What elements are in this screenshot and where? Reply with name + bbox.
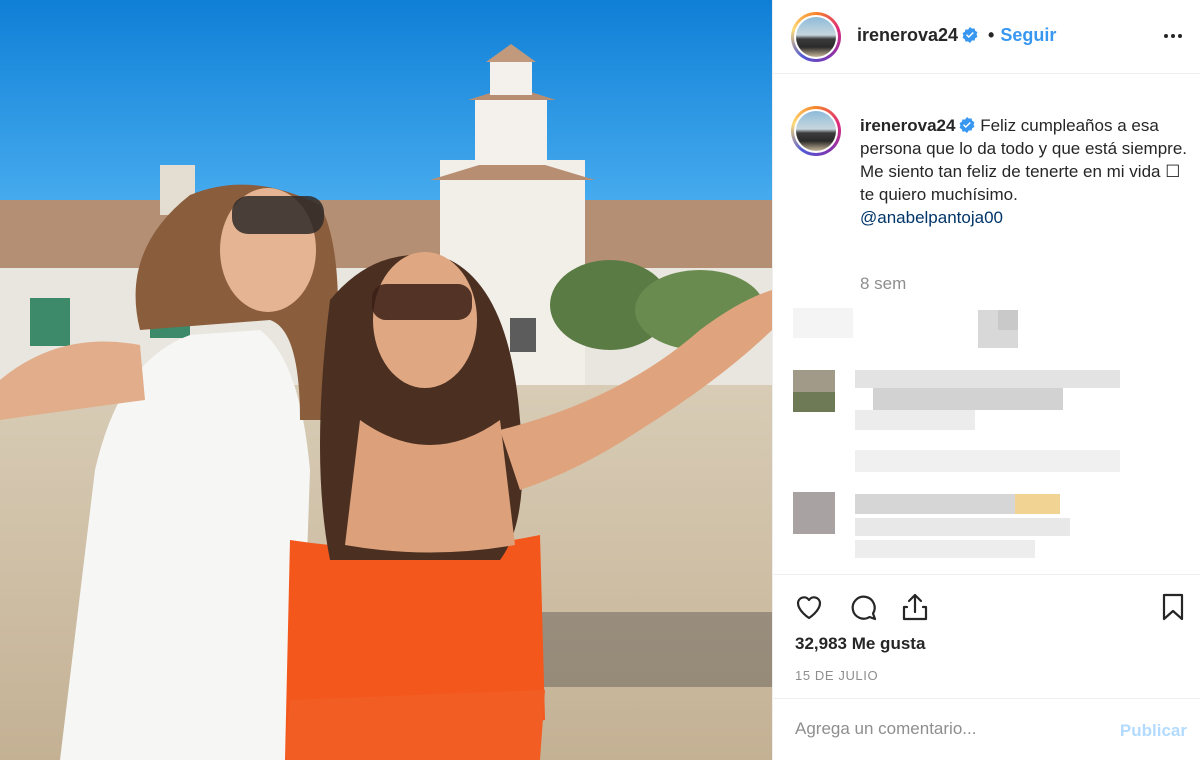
post-photo[interactable] [0,0,772,760]
comment-bar: Publicar [773,698,1200,760]
separator-dot: • [988,25,995,45]
mention-link[interactable]: @anabelpantoja00 [860,208,1003,227]
bookmark-icon[interactable] [1157,591,1189,623]
more-options-icon[interactable] [1159,22,1187,50]
caption-text: irenerova24 Feliz cumpleaños a esa perso… [860,114,1195,229]
share-icon[interactable] [899,591,931,623]
likes-count[interactable]: 32,983 Me gusta [795,634,925,654]
caption-line: Me siento tan feliz de tenerte en mi vid… [860,162,1181,204]
post-header: irenerova24 • Seguir [773,0,1200,74]
post-details-panel: irenerova24 • Seguir irenerova24 Feliz cu… [772,0,1200,760]
heart-icon[interactable] [793,591,825,623]
post-actions: 32,983 Me gusta 15 DE JULIO [773,574,1200,698]
publish-button[interactable]: Publicar [1120,721,1187,741]
verified-badge-icon [960,117,975,133]
username-link[interactable]: irenerova24 [857,25,978,46]
comment-icon[interactable] [847,591,879,623]
comment-input[interactable] [795,719,1095,739]
caption-username[interactable]: irenerova24 [860,116,975,135]
follow-group: • Seguir [988,25,1056,46]
avatar[interactable] [791,106,841,156]
photo-illustration [0,0,772,760]
time-ago[interactable]: 8 sem [860,274,906,294]
follow-button[interactable]: Seguir [1000,25,1056,45]
post-date: 15 DE JULIO [795,668,879,683]
verified-badge-icon [962,27,978,43]
avatar[interactable] [791,12,841,62]
blurred-comments [773,296,1200,572]
